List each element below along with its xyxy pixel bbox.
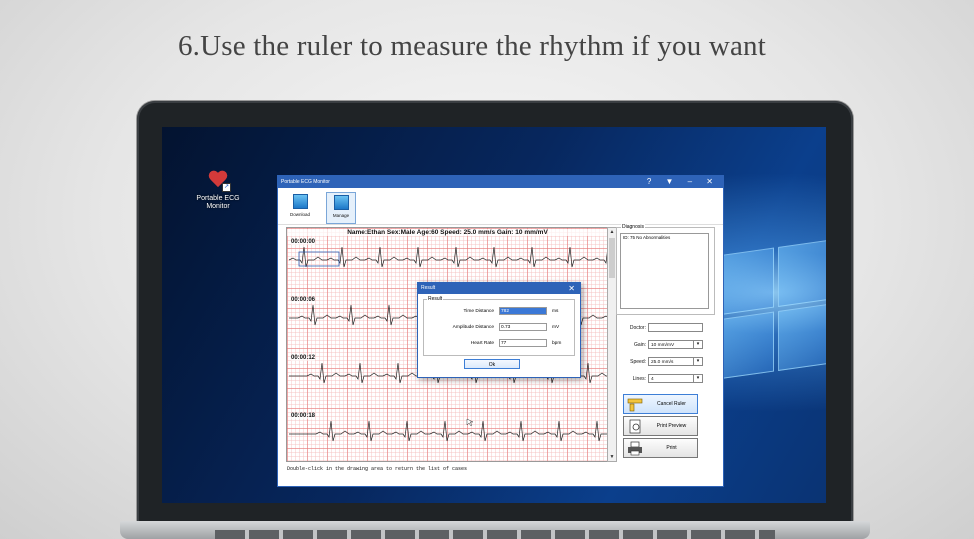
amplitude-distance-label: Amplitude Distance [452,325,494,331]
amplitude-distance-row: Amplitude Distance 0.73 mV [424,323,559,331]
print-button[interactable]: Print [623,438,698,458]
window-controls[interactable]: ? ▼ – ✕ [647,176,719,188]
ok-button[interactable]: Ok [464,359,520,369]
doctor-input[interactable] [648,323,703,332]
ecg-monitor-window: Portable ECG Monitor ? ▼ – ✕ Download Ma… [277,175,724,487]
timestamp-3: 00:00:12 [291,355,316,361]
doctor-row: Doctor: [618,323,703,332]
speed-value: 25.0 mm/s [651,360,674,365]
manage-icon [333,195,349,210]
heart-rate-label: Heart Rate [470,341,494,347]
windows-logo [718,239,826,386]
chevron-down-icon: ▾ [693,341,702,348]
result-group: Result Time Distance 782 ms Amplitude Dist… [423,296,575,356]
gain-row: Gain: 10 mm/mV ▾ [618,340,703,349]
desktop-icon-label-2: Monitor [206,203,230,210]
timestamp-4: 00:00:18 [291,413,316,419]
desktop-screen: ↗ Portable ECG Monitor Portable ECG Moni… [162,127,826,503]
time-unit: ms [552,309,559,315]
status-hint: Double-click in the drawing area to retu… [287,466,468,472]
diagnosis-legend: Diagnosis [621,224,645,230]
heart-rate-field[interactable]: 77 [499,339,547,347]
ecg-trace-row-4 [289,420,608,442]
diagnosis-text[interactable]: ID: 75 No Abnormalities [620,233,709,309]
close-icon[interactable]: ✕ [568,283,575,294]
dialog-title: Result [421,285,436,291]
gain-label: Gain: [634,341,646,348]
download-label: Download [289,212,310,217]
lines-value: 4 [651,377,654,382]
scroll-down-icon[interactable]: ▼ [608,453,616,461]
title-bar[interactable]: Portable ECG Monitor ? ▼ – ✕ [278,176,723,188]
gain-value: 10 mm/mV [651,343,675,348]
result-legend: Result [427,296,444,302]
speed-select[interactable]: 25.0 mm/s ▾ [648,357,703,366]
manage-button[interactable]: Manage [326,192,356,224]
window-title: Portable ECG Monitor [281,179,330,185]
diagnosis-group: Diagnosis ID: 75 No Abnormalities [616,224,715,315]
download-button[interactable]: Download [286,192,314,222]
manage-label: Manage [332,213,350,218]
print-preview-icon [629,419,641,434]
amplitude-unit: mV [552,325,560,331]
speed-row: Speed: 25.0 mm/s ▾ [618,357,703,366]
toolbar: Download Manage [278,188,723,225]
mouse-cursor-icon [466,418,474,427]
shortcut-arrow-icon: ↗ [222,183,231,192]
desktop-icon-portable-ecg-monitor[interactable]: ↗ Portable ECG Monitor [190,171,246,211]
gain-select[interactable]: 10 mm/mV ▾ [648,340,703,349]
instruction-caption: 6.Use the ruler to measure the rhythm if… [177,30,767,62]
heart-rate-row: Heart Rate 77 bpm [424,339,561,347]
time-distance-row: Time Distance 782 ms [424,307,558,315]
heart-icon: ↗ [208,171,231,192]
timestamp-2: 00:00:06 [291,297,316,303]
print-preview-button[interactable]: Print Preview [623,416,698,436]
heart-rate-unit: bpm [552,341,562,347]
result-dialog: Result ✕ Result Time Distance 782 ms Ampli… [417,282,581,378]
time-distance-label: Time Distance [463,309,494,315]
ecg-trace-row-1 [288,246,608,268]
chevron-down-icon: ▾ [693,375,702,382]
patient-info-header: Name:Ethan Sex:Male Age:60 Speed: 25.0 m… [287,229,608,236]
cancel-ruler-button[interactable]: Cancel Ruler [623,394,698,414]
speed-label: Speed: [630,358,646,365]
doctor-label: Doctor: [629,324,646,331]
amplitude-distance-field[interactable]: 0.73 [499,323,547,331]
chevron-down-icon: ▾ [693,358,702,365]
printer-icon [628,441,642,456]
time-distance-field[interactable]: 782 [499,307,547,315]
scroll-up-icon[interactable]: ▲ [608,228,616,236]
lines-select[interactable]: 4 ▾ [648,374,703,383]
timestamp-1: 00:00:00 [291,239,316,245]
dialog-title-bar[interactable]: Result ✕ [418,283,580,294]
laptop-keyboard-edge [215,530,775,539]
lines-row: Lines: 4 ▾ [618,374,703,383]
scroll-thumb[interactable] [609,238,615,278]
ruler-icon [627,398,643,412]
download-icon [292,194,308,209]
lines-label: Lines: [632,375,646,382]
desktop-icon-label: Portable ECG [196,195,240,202]
